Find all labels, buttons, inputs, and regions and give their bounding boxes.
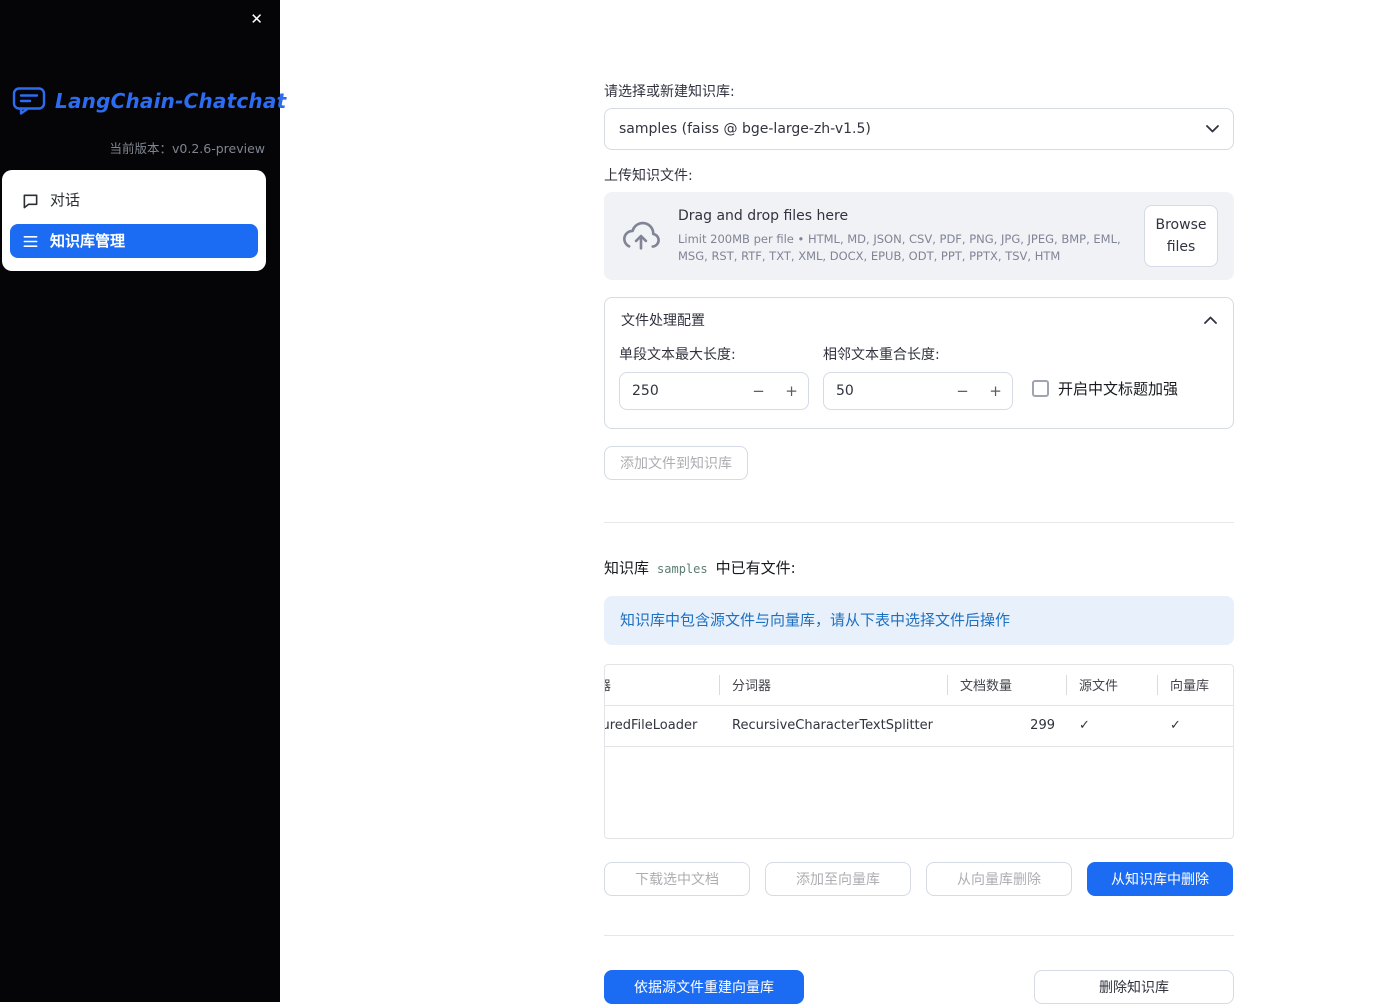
overlap-length-stepper: − + — [823, 372, 1013, 410]
delete-from-kb-button[interactable]: 从知识库中删除 — [1087, 862, 1233, 896]
divider — [604, 935, 1234, 936]
main-content: 请选择或新建知识库: samples (faiss @ bge-large-zh… — [604, 0, 1234, 1004]
table-header-row: 文档加载器 分词器 文档数量 源文件 向量库 — [605, 665, 1233, 706]
sidebar: ✕ LangChain-Chatchat 当前版本：v0.2.6-preview… — [0, 0, 286, 1002]
kb-select-label: 请选择或新建知识库: — [604, 84, 735, 100]
column-header-loader[interactable]: 文档加载器 — [605, 665, 720, 706]
kb-list-icon — [22, 233, 39, 250]
column-header-doc-count[interactable]: 文档数量 — [948, 665, 1067, 706]
cell-vector-check[interactable]: ✓ — [1158, 705, 1233, 747]
sidebar-item-dialogue[interactable]: 对话 — [10, 183, 258, 217]
download-selected-button[interactable]: 下载选中文档 — [604, 862, 750, 896]
checkbox-label: 开启中文标题加强 — [1058, 380, 1179, 398]
overlap-length-field: 相邻文本重合长度: − + — [823, 344, 1013, 410]
rebuild-vector-store-button[interactable]: 依据源文件重建向量库 — [604, 970, 804, 1004]
logo: LangChain-Chatchat — [12, 86, 286, 116]
cloud-upload-icon — [620, 219, 662, 253]
plus-button[interactable]: + — [979, 373, 1012, 409]
column-header-source-file[interactable]: 源文件 — [1067, 665, 1158, 706]
minus-button[interactable]: − — [742, 373, 775, 409]
kb-files-suffix: 中已有文件: — [715, 559, 796, 577]
max-length-stepper: − + — [619, 372, 809, 410]
kb-files-prefix: 知识库 — [604, 559, 650, 577]
version-label: 当前版本：v0.2.6-preview — [109, 141, 266, 156]
file-config-expander: 文件处理配置 单段文本最大长度: − + 相邻文本重合长度: — [604, 297, 1234, 429]
minus-button[interactable]: − — [946, 373, 979, 409]
dropzone-title: Drag and drop files here — [678, 207, 849, 224]
info-alert: 知识库中包含源文件与向量库，请从下表中选择文件后操作 — [604, 596, 1234, 645]
chevron-down-icon — [1206, 125, 1219, 133]
cell-doc-count[interactable]: 299 — [948, 705, 1067, 747]
browse-files-button[interactable]: Browse files — [1144, 204, 1218, 268]
kb-select[interactable]: samples (faiss @ bge-large-zh-v1.5) — [604, 108, 1234, 150]
nav-label: 知识库管理 — [50, 232, 126, 250]
plus-button[interactable]: + — [775, 373, 808, 409]
file-actions: 下载选中文档 添加至向量库 从向量库删除 从知识库中删除 — [604, 862, 1234, 896]
column-header-splitter[interactable]: 分词器 — [720, 665, 948, 706]
column-header-vector-store[interactable]: 向量库 — [1158, 665, 1233, 706]
kb-actions: 依据源文件重建向量库 删除知识库 — [604, 970, 1234, 1004]
sidebar-item-knowledge-base[interactable]: 知识库管理 — [10, 224, 258, 258]
close-sidebar-button[interactable]: ✕ — [246, 8, 267, 31]
max-length-field: 单段文本最大长度: − + — [619, 344, 809, 410]
upload-label: 上传知识文件: — [604, 168, 693, 184]
dropzone-text: Drag and drop files here Limit 200MB per… — [678, 208, 1128, 264]
logo-text: LangChain-Chatchat — [55, 89, 287, 113]
cell-loader[interactable]: UnstructuredFileLoader — [605, 705, 720, 747]
chat-bubble-icon — [22, 192, 39, 209]
add-files-to-kb-button[interactable]: 添加文件到知识库 — [604, 446, 748, 480]
zh-title-enhance-checkbox[interactable]: 开启中文标题加强 — [1032, 378, 1178, 399]
table-row[interactable]: UnstructuredFileLoader RecursiveCharacte… — [605, 705, 1233, 747]
logo-chat-icon — [12, 86, 46, 116]
delete-kb-button[interactable]: 删除知识库 — [1034, 970, 1234, 1004]
checkbox-box[interactable] — [1032, 380, 1049, 397]
sidebar-nav: 对话 知识库管理 — [2, 170, 266, 271]
max-length-label: 单段文本最大长度: — [619, 347, 736, 363]
file-dropzone[interactable]: Drag and drop files here Limit 200MB per… — [604, 192, 1234, 280]
expander-body: 单段文本最大长度: − + 相邻文本重合长度: − + 开启中文标题加强 — [605, 338, 1233, 428]
kb-name-code: samples — [657, 562, 708, 576]
kb-select-value: samples (faiss @ bge-large-zh-v1.5) — [619, 121, 871, 137]
add-to-vector-store-button[interactable]: 添加至向量库 — [765, 862, 911, 896]
cell-splitter[interactable]: RecursiveCharacterTextSplitter — [720, 705, 948, 747]
files-table[interactable]: 文档加载器 分词器 文档数量 源文件 向量库 UnstructuredFileL… — [604, 664, 1234, 839]
delete-from-vector-store-button[interactable]: 从向量库删除 — [926, 862, 1072, 896]
dropzone-limit-hint: Limit 200MB per file • HTML, MD, JSON, C… — [678, 231, 1121, 263]
expander-header[interactable]: 文件处理配置 — [605, 298, 1233, 338]
chevron-up-icon — [1204, 316, 1217, 324]
cell-source-check[interactable]: ✓ — [1067, 705, 1158, 747]
nav-label: 对话 — [50, 191, 81, 209]
divider — [604, 522, 1234, 523]
expander-title: 文件处理配置 — [621, 313, 705, 329]
max-length-input[interactable] — [620, 373, 742, 409]
overlap-length-label: 相邻文本重合长度: — [823, 347, 940, 363]
overlap-length-input[interactable] — [824, 373, 946, 409]
kb-files-heading: 知识库 samples 中已有文件: — [604, 557, 1234, 578]
